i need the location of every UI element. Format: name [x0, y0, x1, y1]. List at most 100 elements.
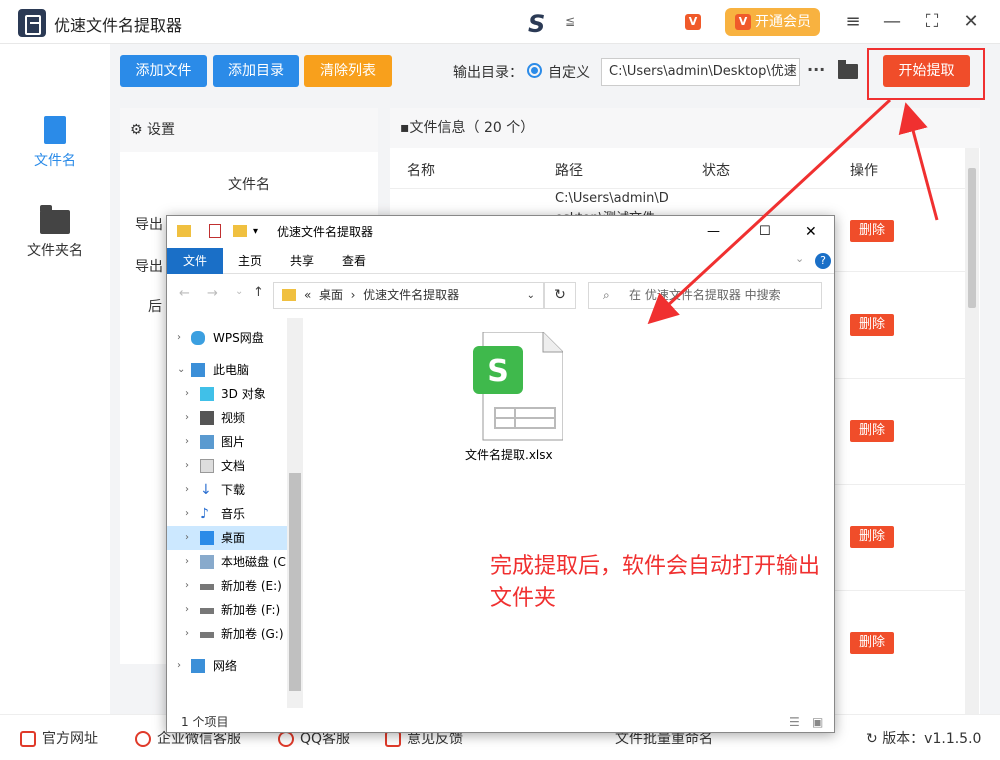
file-item[interactable]: S [473, 331, 564, 442]
nav-label: 此电脑 [213, 363, 250, 377]
delete-button[interactable]: 删除 [850, 420, 894, 442]
up-icon[interactable]: ↑ [253, 285, 264, 300]
explorer-minimize-icon[interactable]: — [707, 216, 720, 248]
nav-item[interactable]: › ♪ 音乐 [167, 502, 287, 526]
explorer-maximize-icon[interactable]: ☐ [759, 216, 771, 248]
nav-label: 本地磁盘 (C: [221, 555, 287, 569]
nav-item[interactable]: › 网络 [167, 654, 287, 678]
gear-icon: ⚙ [130, 122, 148, 138]
more-icon[interactable]: ··· [807, 60, 825, 79]
delete-button[interactable]: 删除 [850, 220, 894, 242]
expand-arrow-icon[interactable]: › [185, 430, 189, 454]
expand-arrow-icon[interactable]: › [185, 406, 189, 430]
expand-arrow-icon[interactable]: › [185, 598, 189, 622]
add-file-button[interactable]: 添加文件 [120, 55, 207, 87]
expand-arrow-icon[interactable]: › [185, 502, 189, 526]
minimize-icon[interactable]: — [879, 9, 905, 35]
delete-button[interactable]: 删除 [850, 526, 894, 548]
tab-view[interactable]: 查看 [331, 248, 377, 274]
nav-item[interactable]: › 桌面 [167, 526, 287, 550]
nav-item[interactable]: › 新加卷 (G:) [167, 622, 287, 646]
sidebar-item-filename[interactable]: 文件名 [0, 116, 110, 170]
tab-home[interactable]: 主页 [227, 248, 273, 274]
open-folder-icon[interactable] [838, 60, 858, 79]
nav-item[interactable]: › 文档 [167, 454, 287, 478]
search-input[interactable]: ⌕ 在 优速文件名提取器 中搜索 [588, 282, 822, 309]
tab-share[interactable]: 共享 [279, 248, 325, 274]
title-bar: 优速文件名提取器 S ≦ V V 开通会员 ≡ — ⛶ ✕ [0, 0, 1000, 44]
address-bar-row: ← → ⌄ ↑ « 桌面 › 优速文件名提取器 ⌄ ↻ ⌕ 在 优速文件名提取器… [167, 274, 834, 316]
sidebar-item-foldername[interactable]: 文件夹名 [0, 205, 110, 260]
help-icon[interactable]: ? [815, 253, 831, 269]
clear-list-button[interactable]: 清除列表 [304, 55, 392, 87]
quick-access-dropdown-icon[interactable]: ▾ [253, 216, 258, 248]
nav-item[interactable]: ⌄ 此电脑 [167, 358, 287, 382]
nav-item[interactable]: › 视频 [167, 406, 287, 430]
close-icon[interactable]: ✕ [958, 9, 984, 35]
vip-button[interactable]: V 开通会员 [725, 8, 820, 36]
new-folder-icon[interactable] [233, 225, 247, 237]
address-dropdown-icon[interactable]: ⌄ [527, 283, 535, 308]
ribbon-expand-icon[interactable]: ⌄ [795, 252, 804, 265]
settings-subtitle: 文件名 [228, 177, 270, 193]
cloud-icon [191, 331, 205, 345]
large-icons-view-icon[interactable]: ▣ [812, 710, 823, 734]
vip-v-icon[interactable]: V [685, 14, 701, 30]
address-folder-icon [282, 289, 296, 301]
explorer-window: ▾ 优速文件名提取器 — ☐ ✕ 文件 主页 共享 查看 ⌄ ? ← → ⌄ ↑… [166, 215, 835, 733]
scroll-thumb[interactable] [968, 168, 976, 308]
custom-radio-label[interactable]: 自定义 [548, 62, 590, 82]
breadcrumb-root[interactable]: 桌面 [319, 288, 343, 302]
nav-item[interactable]: › WPS网盘 [167, 326, 287, 350]
explorer-close-icon[interactable]: ✕ [805, 216, 817, 248]
search-placeholder: 在 优速文件名提取器 中搜索 [629, 288, 781, 302]
delete-button[interactable]: 删除 [850, 314, 894, 336]
delete-button[interactable]: 删除 [850, 632, 894, 654]
breadcrumb-current[interactable]: 优速文件名提取器 [363, 288, 459, 302]
back-icon[interactable]: ← [179, 286, 190, 301]
expand-arrow-icon[interactable]: › [185, 454, 189, 478]
nav-item[interactable]: › 图片 [167, 430, 287, 454]
output-path-field[interactable]: C:\Users\admin\Desktop\优速 [601, 58, 800, 86]
desktop-icon [200, 531, 214, 545]
file-list-scrollbar[interactable] [965, 148, 979, 714]
expand-arrow-icon[interactable]: › [177, 654, 181, 678]
app-title: 优速文件名提取器 [54, 16, 183, 35]
nav-label: 视频 [221, 411, 246, 425]
expand-arrow-icon[interactable]: › [185, 526, 189, 550]
maximize-icon[interactable]: ⛶ [919, 9, 945, 35]
details-view-icon[interactable]: ☰ [789, 710, 800, 734]
forward-icon[interactable]: → [207, 286, 218, 301]
address-field[interactable]: « 桌面 › 优速文件名提取器 ⌄ [273, 282, 544, 309]
nav-label: 3D 对象 [221, 387, 266, 401]
file-name[interactable]: 文件名提取.xlsx [465, 446, 553, 463]
add-dir-button[interactable]: 添加目录 [213, 55, 299, 87]
nav-scroll-thumb[interactable] [289, 473, 301, 691]
nav-item[interactable]: › 3D 对象 [167, 382, 287, 406]
nav-item[interactable]: › 新加卷 (F:) [167, 598, 287, 622]
recent-dropdown-icon[interactable]: ⌄ [235, 286, 243, 297]
status-bar: 1 个项目 ☰ ▣ [167, 710, 834, 734]
expand-arrow-icon[interactable]: ⌄ [177, 358, 185, 382]
tab-file[interactable]: 文件 [167, 248, 223, 274]
refresh-icon[interactable]: ↻ [544, 282, 576, 309]
nav-item[interactable]: › 本地磁盘 (C: [167, 550, 287, 574]
nav-item[interactable]: › 新加卷 (E:) [167, 574, 287, 598]
settings-header: ⚙ 设置 [120, 108, 378, 152]
file-info-title: 文件信息（ 20 个） [409, 120, 535, 136]
nav-item[interactable]: › ↓ 下载 [167, 478, 287, 502]
expand-arrow-icon[interactable]: › [185, 382, 189, 406]
nav-label: 网络 [213, 659, 238, 673]
footer-website[interactable]: 官方网址 [20, 728, 98, 748]
expand-arrow-icon[interactable]: › [185, 574, 189, 598]
expand-arrow-icon[interactable]: › [185, 622, 189, 646]
nav-scrollbar[interactable] [287, 318, 303, 708]
expand-arrow-icon[interactable]: › [177, 326, 181, 350]
expand-arrow-icon[interactable]: › [185, 478, 189, 502]
expand-arrow-icon[interactable]: › [185, 550, 189, 574]
sidebar: 文件名 文件夹名 [0, 44, 110, 714]
menu-icon[interactable]: ≡ [840, 9, 866, 35]
custom-radio[interactable] [527, 63, 542, 78]
settings-title: 设置 [147, 122, 176, 138]
properties-icon[interactable] [209, 224, 221, 238]
